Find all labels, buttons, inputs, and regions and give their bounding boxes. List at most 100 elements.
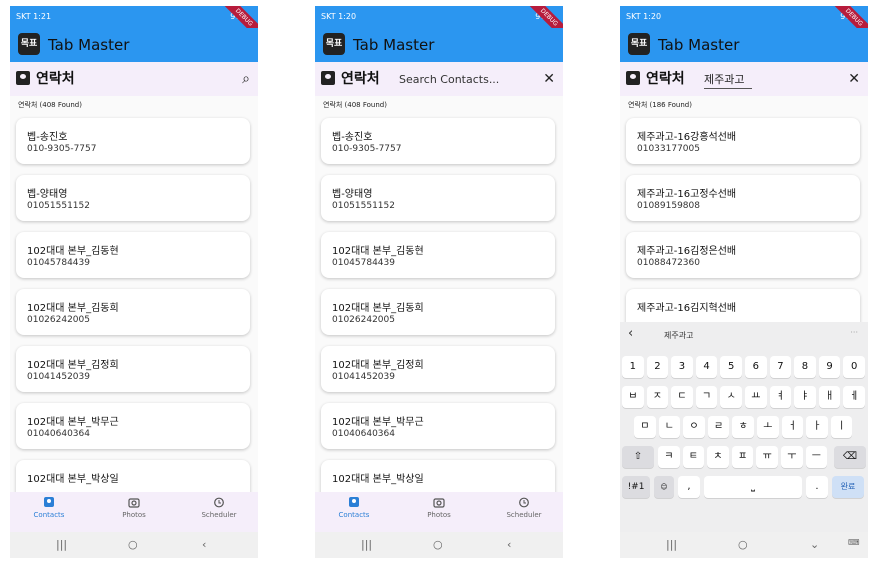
- recents-button[interactable]: |||: [666, 538, 677, 551]
- close-icon[interactable]: ✕: [543, 70, 555, 88]
- key-row-3: ⇧ ⌫ ㅋㅌㅊㅍㅠㅜㅡ: [622, 446, 866, 468]
- contact-card[interactable]: 102대대 본부_김정희 01041452039: [16, 346, 250, 392]
- camera-icon: [433, 498, 445, 508]
- key[interactable]: ㅌ: [682, 446, 705, 468]
- key[interactable]: ㅔ: [843, 386, 865, 408]
- key[interactable]: ㅁ: [634, 416, 656, 438]
- recents-button[interactable]: |||: [361, 538, 372, 551]
- bottom-nav: Contacts Photos Scheduler: [10, 492, 258, 532]
- key[interactable]: 6: [745, 356, 767, 378]
- suggestion-word[interactable]: 제주과고: [664, 330, 693, 341]
- backspace-key[interactable]: ⌫: [834, 446, 866, 468]
- contacts-header: 연락처 ✕: [620, 62, 868, 96]
- emoji-key[interactable]: ☺: [654, 476, 674, 498]
- contact-card[interactable]: 102대대 본부_김정희 01041452039: [321, 346, 555, 392]
- contact-card[interactable]: 102대대 본부_김동현 01045784439: [16, 232, 250, 278]
- key[interactable]: 5: [720, 356, 742, 378]
- tab-scheduler[interactable]: Scheduler: [489, 496, 559, 519]
- key[interactable]: ㅂ: [622, 386, 644, 408]
- contact-name: 102대대 본부_김동희: [332, 303, 424, 314]
- key[interactable]: 1: [622, 356, 644, 378]
- contact-phone: 01033177005: [637, 144, 700, 154]
- key[interactable]: ㅍ: [731, 446, 754, 468]
- key[interactable]: ㅜ: [781, 446, 803, 468]
- close-icon[interactable]: ✕: [848, 70, 860, 88]
- status-bar: SKT 1:21 97% DEBUG: [10, 6, 258, 43]
- search-icon[interactable]: ⌕: [242, 70, 250, 88]
- home-button[interactable]: ○: [128, 538, 138, 551]
- contact-card[interactable]: 102대대 본부_박무근 01040640364: [321, 403, 555, 449]
- contact-card[interactable]: 102대대 본부_김동현 01045784439: [321, 232, 555, 278]
- contact-card[interactable]: 제주과고-16고정수선배 01089159808: [626, 175, 860, 221]
- key[interactable]: ㅕ: [769, 386, 792, 408]
- key[interactable]: ㅣ: [830, 416, 853, 438]
- key[interactable]: ㅅ: [720, 386, 742, 408]
- key[interactable]: 3: [671, 356, 693, 378]
- contact-card[interactable]: 벱-송진호 010-9305-7757: [16, 118, 250, 164]
- key[interactable]: ㅐ: [818, 386, 841, 408]
- key[interactable]: 2: [646, 356, 669, 378]
- hide-keyboard-button[interactable]: ⌄: [810, 538, 819, 551]
- result-count: 연락처 (408 Found): [323, 101, 387, 109]
- app-bar: 목표 Tab Master: [10, 28, 258, 62]
- contact-card[interactable]: 벱-송진호 010-9305-7757: [321, 118, 555, 164]
- key[interactable]: ㄷ: [671, 386, 693, 408]
- contact-card[interactable]: 벱-양태영 01051551152: [321, 175, 555, 221]
- home-button[interactable]: ○: [433, 538, 443, 551]
- space-key[interactable]: ⎵: [704, 476, 802, 498]
- key[interactable]: ㅡ: [805, 446, 828, 468]
- key[interactable]: 8: [794, 356, 816, 378]
- key[interactable]: ㅈ: [646, 386, 669, 408]
- contact-card[interactable]: 벱-양태영 01051551152: [16, 175, 250, 221]
- tab-contacts[interactable]: Contacts: [319, 496, 389, 519]
- key[interactable]: ㅛ: [745, 386, 767, 408]
- system-nav-bar: ||| ○ ⌄ ⌨: [620, 532, 868, 558]
- key[interactable]: ㅠ: [756, 446, 778, 468]
- tab-photos[interactable]: Photos: [404, 496, 474, 519]
- back-button[interactable]: ‹: [202, 538, 206, 551]
- key[interactable]: ㅓ: [781, 416, 804, 438]
- key[interactable]: ㅎ: [732, 416, 754, 438]
- key[interactable]: ㅏ: [806, 416, 828, 438]
- key[interactable]: ㄹ: [707, 416, 730, 438]
- home-button[interactable]: ○: [738, 538, 748, 551]
- key[interactable]: 0: [843, 356, 865, 378]
- contact-card[interactable]: 제주과고-16강홍석선배 01033177005: [626, 118, 860, 164]
- contact-name: 102대대 본부_김정희: [27, 360, 119, 371]
- contact-card[interactable]: 102대대 본부_김동희 01026242005: [321, 289, 555, 335]
- comma-key[interactable]: ,: [678, 476, 700, 498]
- key[interactable]: 4: [695, 356, 718, 378]
- search-input[interactable]: [399, 70, 529, 88]
- recents-button[interactable]: |||: [56, 538, 67, 551]
- key-row-1: ㅂㅈㄷㄱㅅㅛㅕㅑㅐㅔ: [622, 386, 866, 408]
- key[interactable]: ㅇ: [683, 416, 705, 438]
- tab-contacts[interactable]: Contacts: [14, 496, 84, 519]
- done-key[interactable]: 완료: [832, 476, 864, 498]
- contact-card[interactable]: 102대대 본부_김동희 01026242005: [16, 289, 250, 335]
- app-title: Tab Master: [48, 36, 130, 54]
- back-button[interactable]: ‹: [507, 538, 511, 551]
- keyboard-back-icon[interactable]: ‹: [628, 326, 633, 341]
- contact-card[interactable]: 102대대 본부_박무근 01040640364: [16, 403, 250, 449]
- contact-card[interactable]: 제주과고-16김정은선배 01088472360: [626, 232, 860, 278]
- key[interactable]: 9: [818, 356, 841, 378]
- contact-phone: 01026242005: [332, 315, 395, 325]
- search-input[interactable]: [704, 70, 752, 89]
- key[interactable]: ㅋ: [658, 446, 680, 468]
- tab-label: Scheduler: [506, 511, 542, 519]
- shift-key[interactable]: ⇧: [622, 446, 654, 468]
- period-key[interactable]: .: [806, 476, 828, 498]
- key[interactable]: ㄱ: [695, 386, 718, 408]
- keyboard-icon[interactable]: ⌨: [848, 538, 860, 547]
- key[interactable]: ㄴ: [658, 416, 681, 438]
- key[interactable]: ㅊ: [707, 446, 729, 468]
- key[interactable]: 7: [769, 356, 792, 378]
- system-nav-bar: ||| ○ ‹: [10, 532, 258, 558]
- tab-scheduler[interactable]: Scheduler: [184, 496, 254, 519]
- tab-photos[interactable]: Photos: [99, 496, 169, 519]
- more-icon[interactable]: ···: [850, 328, 858, 337]
- key[interactable]: ㅗ: [757, 416, 779, 438]
- tab-label: Photos: [122, 511, 146, 519]
- symbols-key[interactable]: !#1: [622, 476, 650, 498]
- key[interactable]: ㅑ: [794, 386, 816, 408]
